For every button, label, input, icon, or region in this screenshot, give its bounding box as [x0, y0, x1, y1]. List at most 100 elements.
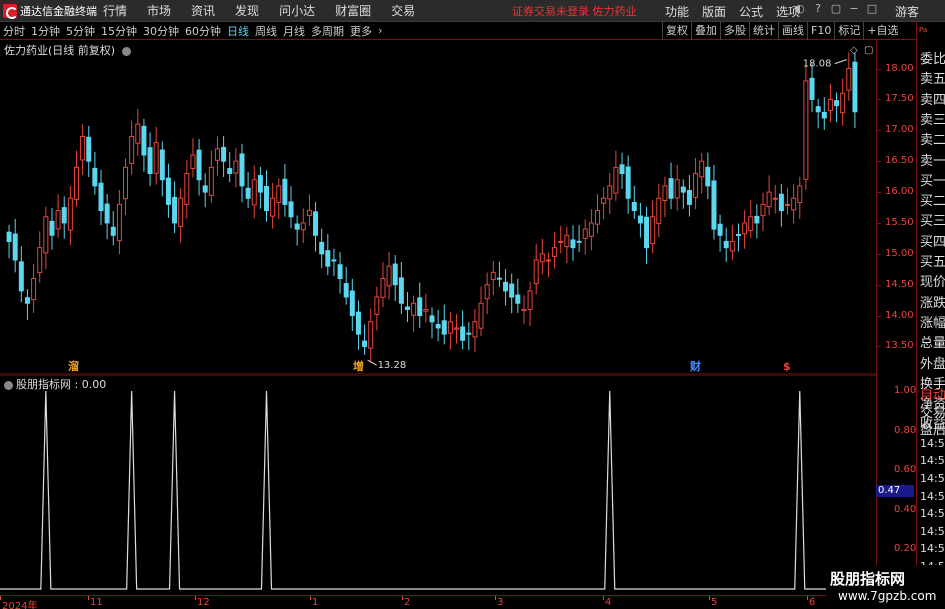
period-tab[interactable]: 更多	[350, 23, 372, 39]
guest-login[interactable]: 游客	[895, 3, 919, 20]
right-menu: 功能 版面 公式 选项	[665, 3, 813, 20]
app-logo: 通达信金融终端	[0, 0, 103, 22]
toolbar-button[interactable]: 复权	[662, 22, 691, 40]
period-tab[interactable]: 60分钟	[185, 23, 221, 39]
candle	[129, 120, 135, 175]
period-tab[interactable]: 30分钟	[143, 23, 179, 39]
candle	[270, 183, 276, 229]
period-tab[interactable]: 周线	[255, 23, 277, 39]
price-tick-mark	[877, 222, 881, 224]
candle	[196, 139, 202, 196]
quote-field-label: 自动	[920, 388, 945, 403]
candle	[141, 118, 147, 172]
date-tick-mark	[807, 596, 808, 600]
right-menu-item[interactable]: 版面	[702, 3, 726, 20]
diamond-icon[interactable]: ◇	[850, 45, 858, 56]
price-tick-mark	[877, 68, 881, 70]
main-menu-item[interactable]: 行情	[103, 2, 127, 19]
toolbar-button[interactable]: 叠加	[691, 22, 720, 40]
message-icon[interactable]: ▢	[830, 2, 842, 15]
candle	[705, 152, 711, 200]
quote-panel: Pa 委比 卖五 卖四 卖三 卖二 卖一 买一 买二 买三 买四 买五 现价 涨跌 涨幅 总量 外盘 换手 净资收…	[916, 22, 945, 609]
candle	[264, 170, 270, 222]
chart-settings-icon[interactable]	[121, 46, 131, 56]
date-tick-label: 6	[809, 597, 816, 608]
candle	[607, 173, 613, 214]
quote-field-label: 卖三	[920, 112, 945, 128]
candle	[472, 309, 478, 353]
price-tick-mark	[877, 346, 881, 348]
indicator-settings-icon[interactable]	[4, 380, 13, 390]
candle	[631, 185, 637, 219]
indicator-chart[interactable]	[0, 375, 876, 595]
app-title: 通达信金融终端	[20, 4, 97, 18]
candle	[484, 272, 490, 315]
toolbar-button[interactable]: F10	[807, 22, 834, 40]
candle	[594, 194, 600, 234]
candle	[386, 251, 392, 300]
candle	[343, 266, 349, 305]
price-tick-label: 15.50	[885, 216, 914, 228]
quote-field-label: 买五	[920, 255, 945, 270]
quote-field-label: 卖五	[920, 72, 945, 88]
right-menu-item[interactable]: 功能	[665, 3, 689, 20]
right-menu-item[interactable]: 公式	[739, 3, 763, 20]
period-tab[interactable]: 日线	[227, 23, 249, 39]
toolbar-button[interactable]: 标记	[834, 22, 863, 40]
period-tab[interactable]: 分时	[3, 23, 25, 39]
main-menu-item[interactable]: 财富圈	[335, 2, 371, 19]
period-tab[interactable]: 1分钟	[31, 23, 60, 39]
candle	[729, 224, 735, 261]
candle	[693, 157, 699, 210]
candle	[404, 292, 410, 323]
maximize-icon[interactable]: □	[866, 2, 878, 15]
chart-toolbar: 复权 叠加 多股 统计 画线 F10 标记 +自选	[662, 22, 902, 40]
indicator-line	[0, 390, 876, 590]
more-chevron-icon[interactable]: ›	[378, 24, 382, 37]
indicator-tick-label: 0.20	[894, 543, 917, 555]
candle	[809, 63, 815, 113]
candle	[576, 225, 582, 252]
quote-field-label: 涨幅	[920, 315, 945, 331]
period-tab[interactable]: 5分钟	[66, 23, 95, 39]
main-menu-item[interactable]: 问小达	[279, 2, 315, 19]
candle	[662, 176, 668, 218]
quote-field-label: 委比	[920, 52, 945, 67]
candle	[588, 209, 594, 251]
palette-icon[interactable]: ◐	[794, 2, 806, 15]
date-tick-mark	[195, 596, 196, 600]
candlestick-chart[interactable]: 18.08 13.28 溜 增 财 $ ◇ ▢	[0, 40, 876, 375]
help-icon[interactable]: ?	[812, 2, 824, 15]
date-tick-mark	[709, 596, 710, 600]
event-marker[interactable]: 财	[689, 359, 701, 373]
indicator-title: 股朋指标网 : 0.00	[4, 376, 106, 392]
expand-icon[interactable]: ▢	[864, 45, 873, 56]
toolbar-button[interactable]: 统计	[749, 22, 778, 40]
candle	[380, 262, 386, 308]
event-marker[interactable]: 溜	[68, 359, 79, 373]
minimize-icon[interactable]: −	[848, 2, 860, 15]
main-menu-item[interactable]: 资讯	[191, 2, 215, 19]
candle	[558, 225, 564, 254]
main-menu-item[interactable]: 市场	[147, 2, 171, 19]
period-tab[interactable]: 多周期	[311, 23, 344, 39]
candle	[294, 215, 300, 246]
candle	[735, 223, 741, 252]
quote-field-label: 14:56	[920, 524, 945, 538]
event-marker[interactable]: 增	[353, 359, 364, 373]
candle	[827, 83, 833, 123]
toolbar-button[interactable]: +自选	[863, 22, 901, 40]
candle	[423, 293, 429, 323]
main-menu-item[interactable]: 发现	[235, 2, 259, 19]
toolbar-button[interactable]: 画线	[778, 22, 807, 40]
toolbar-button[interactable]: 多股	[720, 22, 749, 40]
event-marker[interactable]: $	[783, 360, 791, 373]
main-menu-item[interactable]: 交易	[391, 2, 415, 19]
period-tabs: 分时 1分钟 5分钟 15分钟 30分钟 60分钟 日线 周线 月线 多周期 更多 ›	[0, 23, 388, 39]
trade-notice[interactable]: 证券交易未登录 佐力药业	[512, 3, 637, 19]
period-tab[interactable]: 15分钟	[101, 23, 137, 39]
date-tick-label: 2024年	[2, 601, 38, 609]
candle	[245, 171, 251, 209]
period-tab[interactable]: 月线	[283, 23, 305, 39]
price-tick-label: 15.00	[885, 247, 914, 259]
